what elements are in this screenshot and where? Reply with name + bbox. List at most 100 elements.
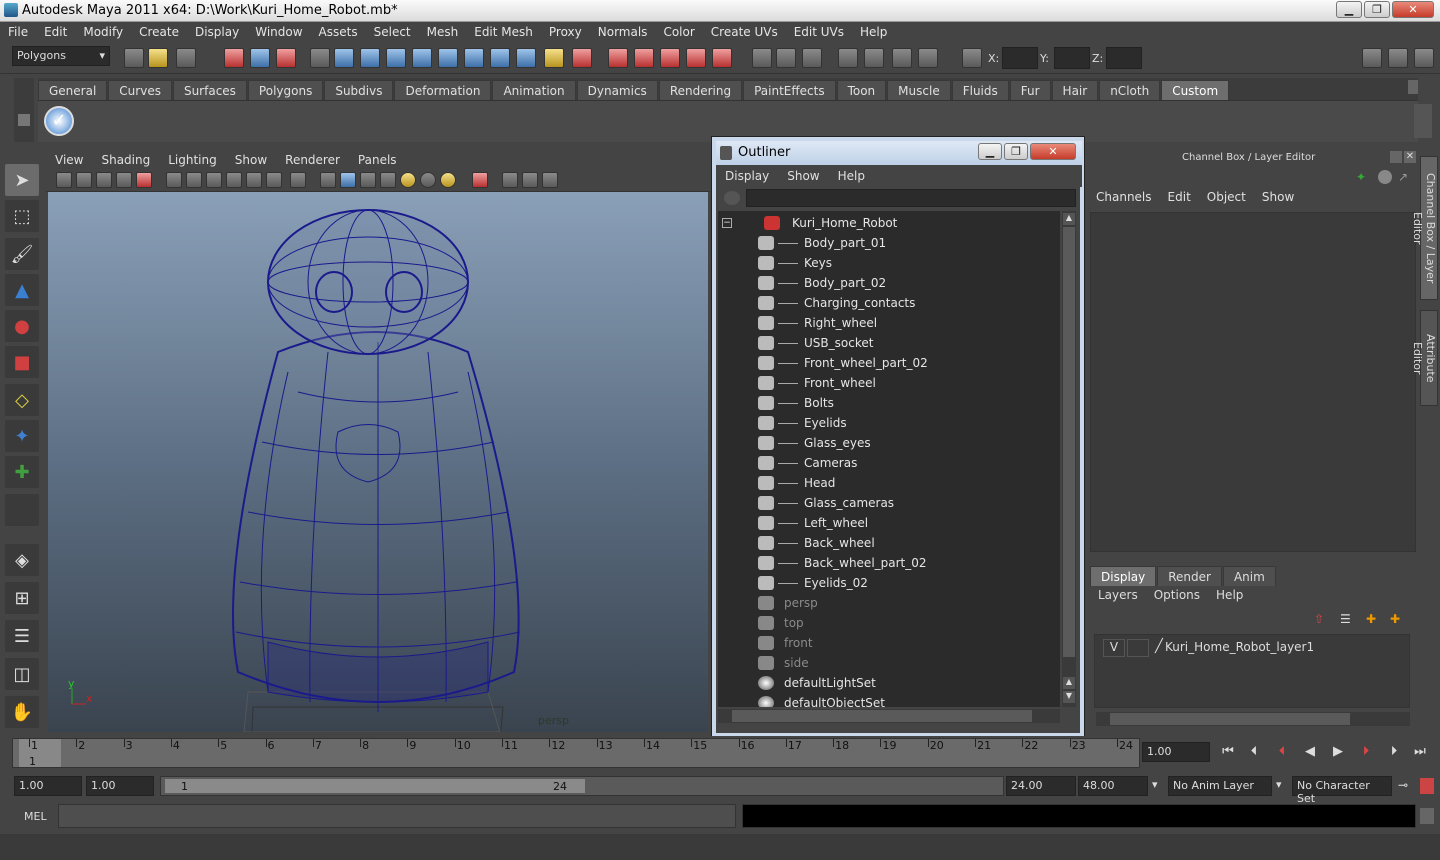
shelf-tab-fur[interactable]: Fur (1009, 80, 1051, 100)
outliner-row[interactable]: Body_part_02 (718, 273, 1058, 293)
trash-icon[interactable] (1408, 80, 1418, 94)
scroll-down-arrow-icon[interactable]: ▼ (1063, 691, 1075, 703)
vp-menu-panels[interactable]: Panels (349, 153, 406, 167)
menu-proxy[interactable]: Proxy (541, 25, 590, 39)
layer-tab-display[interactable]: Display (1090, 566, 1157, 586)
attribute-editor-toggle-icon[interactable] (1414, 48, 1434, 68)
outliner-scroll-thumb[interactable] (1063, 227, 1075, 657)
lock-icon[interactable] (544, 48, 564, 68)
snap-grid-icon[interactable] (334, 48, 354, 68)
outliner-row[interactable]: Back_wheel (718, 533, 1058, 553)
paint-select-tool-icon[interactable]: 🖌 (5, 238, 39, 270)
safe-title-icon[interactable] (266, 172, 282, 188)
range-track[interactable]: 1 24 (160, 776, 1004, 796)
key-icon[interactable]: ⊸ (1398, 778, 1408, 792)
outliner-row[interactable]: Right_wheel (718, 313, 1058, 333)
help-icon[interactable] (516, 48, 536, 68)
close-button[interactable]: ✕ (1392, 1, 1434, 18)
wireframe-icon[interactable] (320, 172, 336, 188)
range-bar[interactable] (165, 779, 585, 793)
shelf-tab-rendering[interactable]: Rendering (658, 80, 743, 100)
step-forward-key-icon[interactable]: ⏵ (1356, 742, 1376, 762)
cb-menu-channels[interactable]: Channels (1088, 190, 1160, 210)
animation-end-field[interactable]: 48.00 (1078, 776, 1148, 796)
outliner-row[interactable]: Body_part_01 (718, 233, 1058, 253)
anim-layer-dropdown[interactable]: No Anim Layer (1168, 776, 1272, 796)
menu-edit-uvs[interactable]: Edit UVs (786, 25, 852, 39)
step-back-key-icon[interactable]: ⏴ (1272, 742, 1292, 762)
shelf-tab-subdivs[interactable]: Subdivs (324, 80, 394, 100)
layer-row[interactable]: V ╱ Kuri_Home_Robot_layer1 (1099, 639, 1409, 657)
xray-components-icon[interactable] (542, 172, 558, 188)
selection-highlight-icon[interactable] (572, 48, 592, 68)
play-forward-icon[interactable]: ▶ (1328, 742, 1348, 762)
vp-menu-shading[interactable]: Shading (92, 153, 159, 167)
tab-attribute-editor[interactable]: Attribute Editor (1411, 310, 1438, 406)
outliner-row[interactable]: defaultLightSet (718, 673, 1058, 693)
shelf-tab-dynamics[interactable]: Dynamics (576, 80, 658, 100)
outliner-row[interactable]: Charging_contacts (718, 293, 1058, 313)
outliner-maximize-button[interactable]: ❐ (1004, 143, 1028, 160)
z-field[interactable] (1106, 47, 1142, 69)
shelf-tab-curves[interactable]: Curves (108, 80, 172, 100)
menu-select[interactable]: Select (366, 25, 419, 39)
time-slider-track[interactable]: 1 1 2 3 4 5 6 7 8 9 10 11 12 13 14 15 16 17 18 19 20 21 22 23 2… (12, 738, 1140, 768)
universal-manip-icon[interactable]: ◇ (5, 384, 39, 416)
all-lights-icon[interactable] (420, 172, 436, 188)
last-tool-icon[interactable] (5, 494, 39, 526)
save-scene-icon[interactable] (176, 48, 196, 68)
vp-menu-show[interactable]: Show (226, 153, 276, 167)
render-settings-icon[interactable] (660, 48, 680, 68)
layer-hscroll-thumb[interactable] (1110, 713, 1350, 725)
vp-menu-lighting[interactable]: Lighting (159, 153, 226, 167)
outliner-row[interactable]: Front_wheel_part_02 (718, 353, 1058, 373)
snap-curve-icon[interactable] (360, 48, 380, 68)
vp-menu-view[interactable]: View (46, 153, 92, 167)
channel-box-toggle-icon[interactable] (892, 48, 912, 68)
tool-settings-icon[interactable] (864, 48, 884, 68)
menu-help[interactable]: Help (852, 25, 895, 39)
soft-mod-icon[interactable]: ✦ (5, 420, 39, 452)
film-gate-icon[interactable] (166, 172, 182, 188)
step-back-icon[interactable]: ⏴ (1244, 742, 1264, 762)
outliner-list[interactable]: − Kuri_Home_Robot Body_part_01 Keys Body_par… (718, 211, 1060, 707)
outliner-horizontal-scrollbar[interactable] (718, 709, 1060, 723)
cb-menu-object[interactable]: Object (1199, 190, 1254, 210)
shelf-tab-custom[interactable]: Custom (1161, 80, 1230, 100)
outliner-row[interactable]: front (718, 633, 1058, 653)
menu-file[interactable]: File (0, 25, 36, 39)
outliner-hscroll-thumb[interactable] (732, 710, 1032, 722)
manipulator-icon[interactable]: ✦ (1356, 170, 1370, 184)
outliner-row[interactable]: persp (718, 593, 1058, 613)
outliner-row[interactable]: Eyelids_02 (718, 573, 1058, 593)
field-chart-icon[interactable] (226, 172, 242, 188)
isolate-select-icon[interactable] (472, 172, 488, 188)
menu-display[interactable]: Display (187, 25, 247, 39)
layer-visibility-toggle[interactable]: V (1103, 639, 1125, 657)
scroll-up-icon[interactable]: ▲ (1063, 213, 1075, 225)
y-field[interactable] (1054, 47, 1090, 69)
animation-prefs-icon[interactable] (1420, 778, 1434, 794)
open-scene-icon[interactable] (148, 48, 168, 68)
script-editor-icon[interactable] (1420, 808, 1434, 824)
filter-icon[interactable] (724, 191, 740, 205)
shadows-icon[interactable] (440, 172, 456, 188)
layer-tab-anim[interactable]: Anim (1222, 566, 1276, 586)
current-frame-marker[interactable] (19, 739, 61, 767)
layer-menu-help[interactable]: Help (1208, 588, 1251, 608)
xray-icon[interactable] (502, 172, 518, 188)
layer-menu-options[interactable]: Options (1146, 588, 1208, 608)
graph-layout-icon[interactable]: ◫ (5, 658, 39, 690)
command-language-label[interactable]: MEL (24, 810, 47, 823)
image-plane-icon[interactable] (116, 172, 132, 188)
outliner-row[interactable]: Cameras (718, 453, 1058, 473)
character-set-dropdown[interactable]: No Character Set (1292, 776, 1392, 805)
layer-tab-render[interactable]: Render (1157, 566, 1222, 586)
show-manip-icon[interactable]: ✚ (5, 456, 39, 488)
shelf-scroll[interactable] (1414, 104, 1432, 138)
outliner-row[interactable]: Eyelids (718, 413, 1058, 433)
vp-menu-renderer[interactable]: Renderer (276, 153, 349, 167)
x-field[interactable] (1002, 47, 1038, 69)
xray-joints-icon[interactable] (522, 172, 538, 188)
menu-modify[interactable]: Modify (75, 25, 131, 39)
